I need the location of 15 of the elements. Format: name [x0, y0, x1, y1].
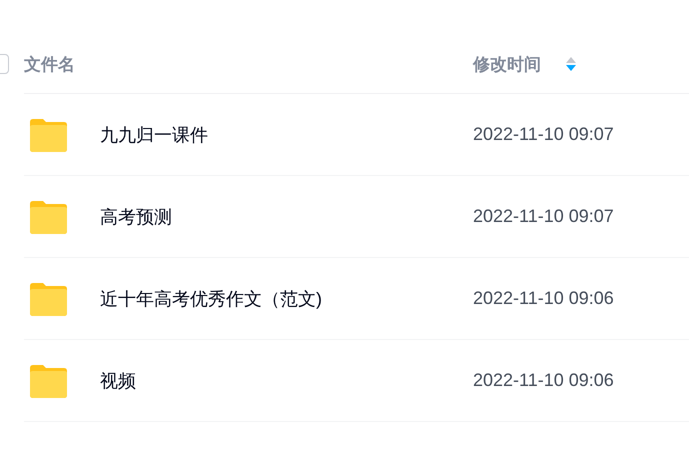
file-name[interactable]: 视频: [100, 368, 473, 392]
modified-time: 2022-11-10 09:07: [473, 124, 614, 145]
folder-icon: [28, 118, 68, 152]
file-name[interactable]: 九九归一课件: [100, 122, 473, 146]
folder-icon: [28, 282, 68, 316]
folder-icon: [28, 364, 68, 398]
column-header[interactable]: 文件名: [24, 52, 473, 76]
modified-time: 2022-11-10 09:06: [473, 370, 614, 391]
folder-icon: [28, 200, 68, 234]
modified-time: 2022-11-10 09:06: [473, 288, 614, 309]
file-name[interactable]: 近十年高考优秀作文（范文): [100, 286, 473, 310]
file-name[interactable]: 高考预测: [100, 204, 473, 228]
modified-time: 2022-11-10 09:07: [473, 206, 614, 227]
sort-icon[interactable]: [565, 56, 577, 72]
column-header[interactable]: 修改时间: [473, 52, 551, 76]
